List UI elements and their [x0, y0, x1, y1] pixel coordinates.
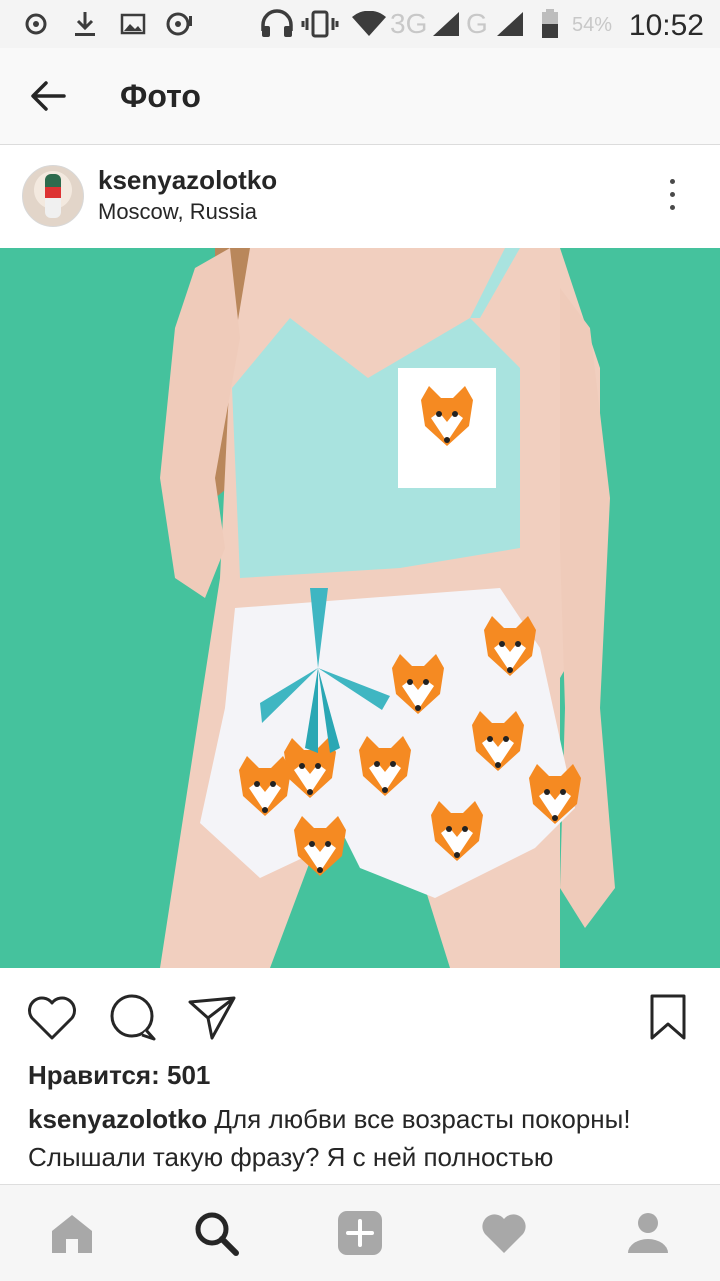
post-actions — [0, 968, 720, 1068]
network-type-g: G — [466, 8, 488, 39]
bookmark-icon[interactable] — [646, 992, 698, 1044]
post-caption: ksenyazolotko Для любви все возрасты пок… — [28, 1100, 692, 1176]
avatar[interactable] — [22, 165, 84, 227]
battery-percent: 54% — [572, 14, 613, 36]
wifi-icon — [350, 10, 388, 38]
caption-username[interactable]: ksenyazolotko — [28, 1104, 207, 1134]
network-type-3g: 3G — [390, 8, 428, 39]
add-icon[interactable] — [336, 1209, 384, 1257]
post-photo[interactable] — [0, 248, 720, 968]
post-header: ksenyazolotko Moscow, Russia — [0, 145, 720, 247]
app-bar: Фото — [0, 48, 720, 145]
vibrate-icon — [300, 10, 340, 38]
activity-heart-icon[interactable] — [480, 1209, 528, 1257]
post-username[interactable]: ksenyazolotko — [98, 165, 277, 196]
more-options-icon[interactable] — [664, 179, 680, 213]
back-arrow-icon[interactable] — [28, 76, 68, 116]
signal-icon-2 — [494, 10, 526, 38]
status-bar: 3G G 54% 10:52 — [0, 0, 720, 48]
search-icon[interactable] — [192, 1209, 240, 1257]
page-title: Фото — [120, 78, 201, 114]
avatar-figure — [45, 174, 61, 218]
sync-icon — [164, 10, 196, 38]
share-icon[interactable] — [186, 992, 238, 1044]
photo-illustration — [0, 248, 720, 968]
post-location[interactable]: Moscow, Russia — [98, 199, 257, 225]
comment-icon[interactable] — [106, 992, 158, 1044]
signal-icon — [430, 10, 462, 38]
heart-icon[interactable] — [26, 992, 78, 1044]
headset-icon — [258, 9, 296, 38]
bottom-navigation — [0, 1184, 720, 1281]
gallery-icon — [118, 10, 148, 38]
settings-icon — [22, 10, 50, 38]
profile-icon[interactable] — [624, 1209, 672, 1257]
clock: 10:52 — [628, 9, 704, 42]
home-icon[interactable] — [48, 1209, 96, 1257]
download-icon — [70, 10, 100, 38]
likes-count[interactable]: Нравится: 501 — [28, 1060, 210, 1091]
battery-icon — [540, 9, 560, 38]
